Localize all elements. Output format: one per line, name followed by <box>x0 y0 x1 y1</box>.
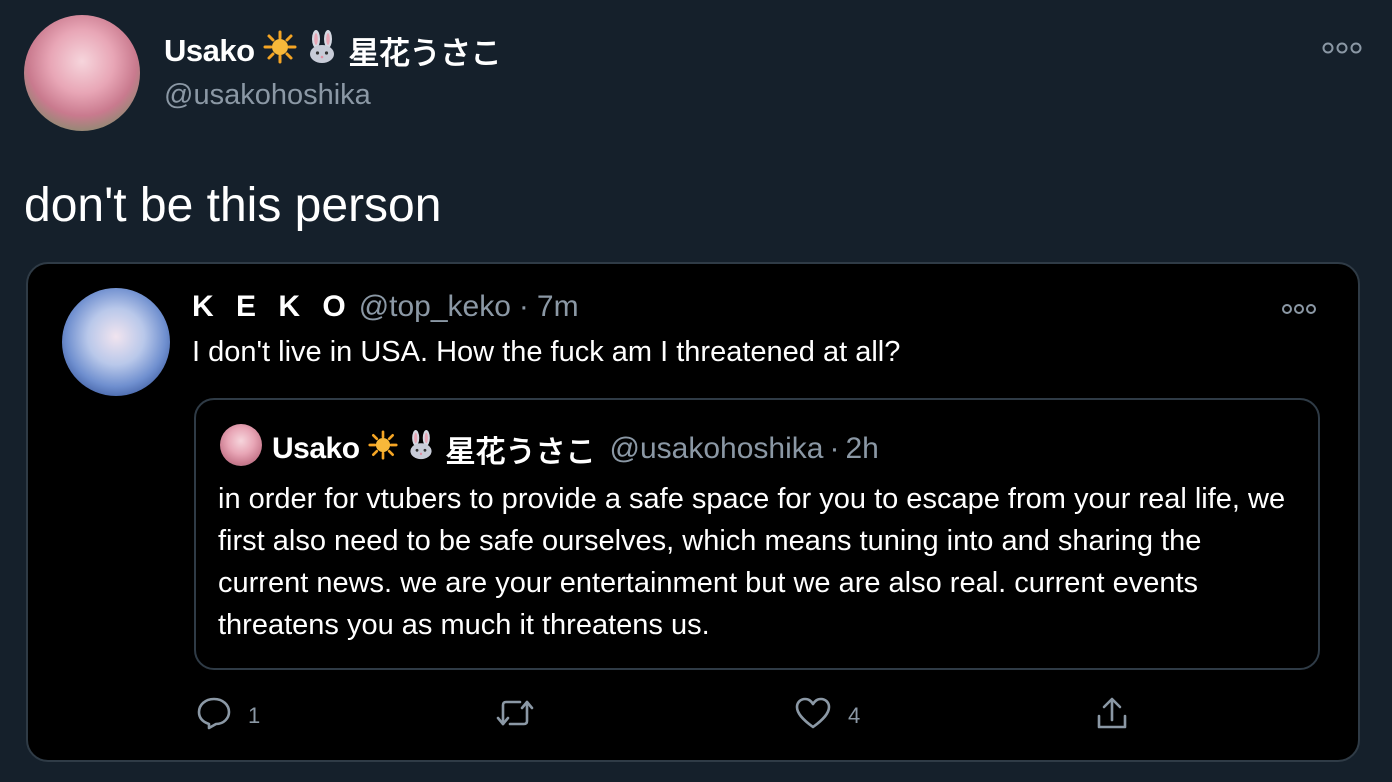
nested-time-separator: · <box>829 432 840 465</box>
quoted-author-handle[interactable]: @top_keko <box>359 290 511 324</box>
author-name-suffix: 星花うさこ <box>348 36 502 71</box>
like-count: 4 <box>848 703 861 728</box>
nested-author-suffix: 星花うさこ <box>445 436 596 469</box>
reply-button[interactable]: 1 <box>196 696 260 736</box>
share-button[interactable] <box>1094 696 1130 736</box>
sun-icon <box>367 430 398 468</box>
rabbit-icon <box>406 430 436 468</box>
author-avatar[interactable] <box>24 15 140 131</box>
heart-icon <box>794 696 832 736</box>
nested-author-handle: @usakohoshika <box>609 432 824 465</box>
quoted-more-options-icon[interactable] <box>1280 302 1318 316</box>
retweet-icon <box>494 696 536 736</box>
share-icon <box>1094 696 1130 736</box>
author-name-text: Usako <box>164 32 255 68</box>
quoted-author-name[interactable]: K E K O <box>192 290 353 324</box>
sun-icon <box>263 30 297 72</box>
rabbit-icon <box>305 29 339 72</box>
nested-author-row: Usako 星花うさこ @usakohoshika · 2h <box>272 427 879 471</box>
quoted-timestamp[interactable]: 7m <box>537 290 579 324</box>
reply-count: 1 <box>248 703 261 728</box>
like-button[interactable]: 4 <box>794 696 860 736</box>
quoted-author-avatar[interactable] <box>62 288 170 396</box>
quoted-author-row: K E K O @top_keko · 7m <box>192 290 579 324</box>
nested-timestamp: 2h <box>845 432 879 465</box>
more-options-icon[interactable] <box>1320 40 1364 56</box>
retweet-button[interactable] <box>494 696 536 736</box>
quoted-tweet-text: I don't live in USA. How the fuck am I t… <box>192 336 901 368</box>
nested-author-avatar <box>220 424 262 466</box>
reply-icon <box>196 696 232 736</box>
nested-tweet-text: in order for vtubers to provide a safe s… <box>218 483 1286 641</box>
time-separator: · <box>518 290 529 323</box>
author-handle[interactable]: @usakohoshika <box>164 79 371 112</box>
tweet-text: don't be this person <box>24 179 442 232</box>
nested-author-name: Usako <box>272 432 360 465</box>
author-display-name[interactable]: Usako 星花うさこ <box>164 28 502 73</box>
